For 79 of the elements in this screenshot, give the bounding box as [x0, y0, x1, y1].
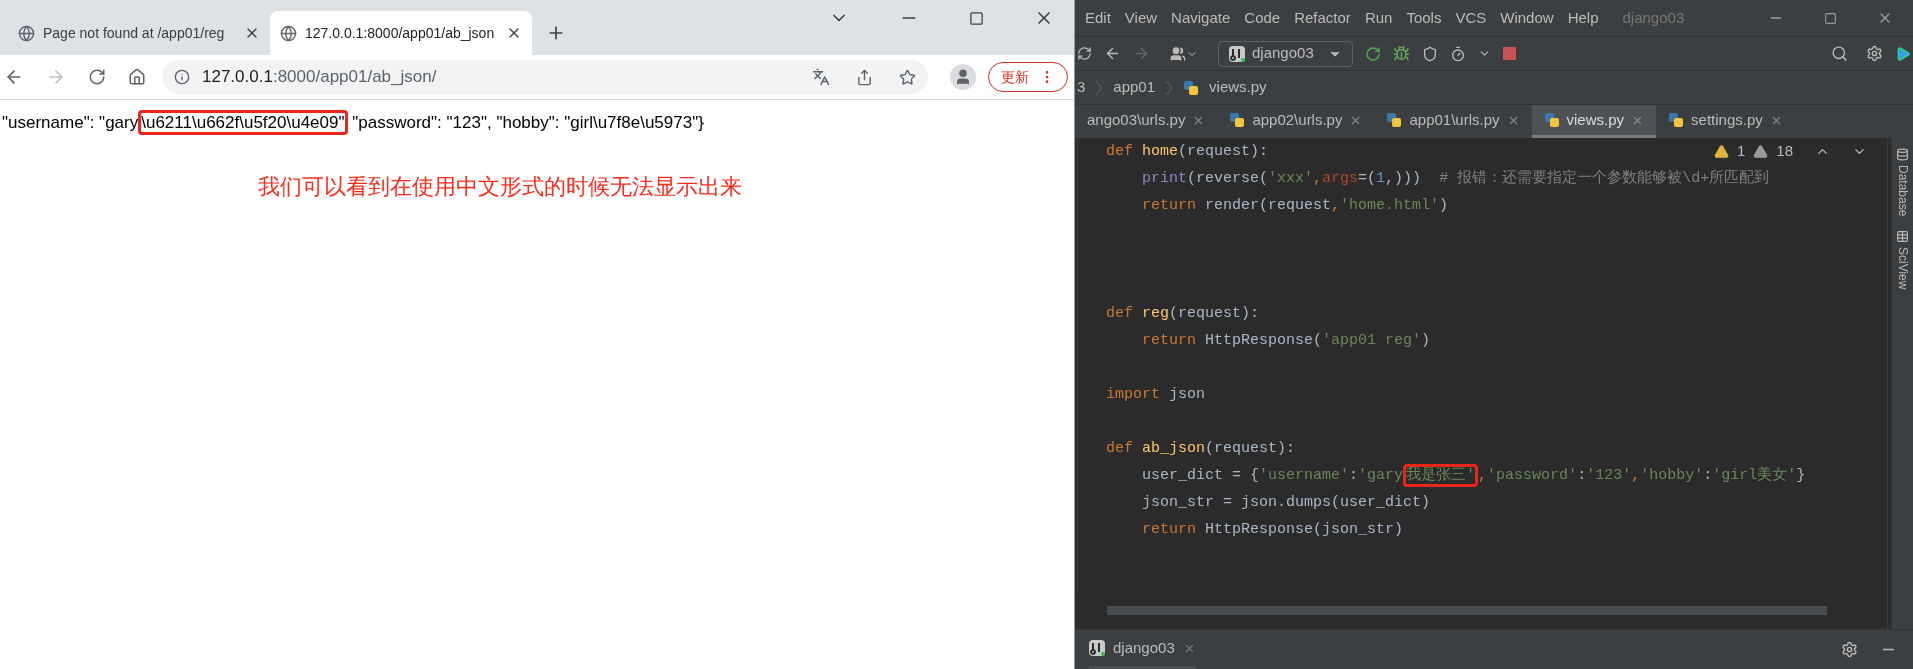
code-line: return render(request,'home.html'): [1141, 196, 1449, 216]
menu-item[interactable]: Help: [1567, 6, 1599, 30]
rerun-icon[interactable]: [1365, 45, 1381, 62]
table-icon: [1896, 230, 1909, 244]
python-file-icon: [1543, 112, 1560, 128]
code-line: def home(request):: [1106, 142, 1269, 162]
maximize-icon[interactable]: [1824, 11, 1837, 25]
side-tool-tab[interactable]: Database: [1893, 148, 1912, 217]
window-title: django03: [1622, 7, 1685, 28]
run-tab[interactable]: django03: [1089, 630, 1196, 669]
debug-icon[interactable]: [1393, 45, 1410, 62]
warning-count: 1: [1736, 141, 1746, 161]
info-icon[interactable]: [174, 69, 190, 85]
annotation-text: 我们可以看到在使用中文形式的时候无法显示出来: [258, 173, 743, 201]
side-tool-tab[interactable]: SciView: [1893, 230, 1912, 290]
back-icon[interactable]: [1104, 45, 1121, 62]
python-file-icon: [1386, 112, 1403, 128]
translate-icon[interactable]: [812, 68, 830, 86]
plugin-logo-icon[interactable]: [1895, 45, 1911, 62]
home-icon[interactable]: [128, 68, 146, 86]
code-line: json_str = json.dumps(user_dict): [1141, 493, 1431, 513]
menu-item[interactable]: Refactor: [1294, 6, 1351, 30]
profile-avatar[interactable]: [950, 64, 976, 90]
browser-tab[interactable]: Page not found at /app01/reg: [8, 11, 270, 55]
settings-icon[interactable]: [1866, 45, 1883, 62]
code-line: import json: [1106, 385, 1206, 405]
globe-icon: [280, 24, 297, 42]
editor-tab[interactable]: app02\urls.py: [1217, 105, 1375, 138]
search-icon[interactable]: [1831, 45, 1848, 62]
chevron-separator-icon: [1095, 79, 1104, 96]
coverage-icon[interactable]: [1422, 45, 1438, 62]
warning-icon[interactable]: [1753, 143, 1769, 159]
python-file-icon: [1229, 112, 1246, 128]
address-bar[interactable]: 127.0.0.1:8000/app01/ab_json/: [162, 60, 928, 94]
run-config-dropdown[interactable]: django03: [1218, 40, 1353, 67]
menu-item[interactable]: Window: [1500, 6, 1554, 30]
profile-icon[interactable]: [1450, 45, 1466, 62]
code-line: def ab_json(request):: [1106, 439, 1296, 459]
menu-item[interactable]: Edit: [1085, 6, 1111, 30]
breadcrumb-item[interactable]: 3: [1077, 76, 1086, 99]
tab-title: 127.0.0.1:8000/app01/ab_json: [305, 23, 496, 43]
django-icon: [1089, 640, 1105, 656]
bookmark-star-icon[interactable]: [899, 68, 916, 86]
python-file-icon: [1668, 112, 1685, 128]
django-icon: [1229, 45, 1245, 62]
editor-tab[interactable]: app01\urls.py: [1374, 105, 1532, 138]
code-line: return HttpResponse('app01 reg'): [1141, 331, 1431, 351]
code-line: def reg(request):: [1106, 304, 1260, 324]
sync-icon[interactable]: [1077, 46, 1092, 61]
code-line: return HttpResponse(json_str): [1141, 520, 1404, 540]
warning-icon[interactable]: [1713, 143, 1729, 159]
breadcrumb-item[interactable]: views.py: [1209, 76, 1267, 99]
menu-item[interactable]: Tools: [1406, 6, 1442, 30]
browser-tab[interactable]: 127.0.0.1:8000/app01/ab_json: [270, 11, 532, 55]
code-line: user_dict = {'username':'gary 我是张三' ,'password':'123','hobby':'girl美女'}: [1106, 462, 1806, 489]
menu-item[interactable]: View: [1124, 6, 1158, 30]
reload-icon[interactable]: [88, 68, 106, 86]
python-file-icon: [1183, 79, 1200, 96]
settings-icon[interactable]: [1841, 641, 1858, 658]
code-line: print(reverse('xxx',args=(1,))) # 报错：还需要指定一个参数能够被\d+所匹配到: [1141, 168, 1770, 189]
editor-tab[interactable]: ango03\urls.py: [1075, 105, 1218, 138]
editor-tab[interactable]: views.py: [1531, 105, 1657, 138]
tab-title: Page not found at /app01/reg: [43, 23, 226, 43]
chevron-separator-icon: [1165, 79, 1174, 96]
editor-tab[interactable]: settings.py: [1656, 105, 1795, 138]
menu-item[interactable]: Navigate: [1171, 6, 1231, 30]
menu-item[interactable]: VCS: [1455, 6, 1487, 30]
vcs-user-icon[interactable]: [1170, 45, 1198, 62]
database-icon: [1896, 148, 1909, 161]
json-response-text: "username": "gary \u6211\u662f\u5f20\u4e09" "password": "123", "hobby": "girl\u7f8e\u5973"}: [2, 110, 1072, 136]
maximize-icon[interactable]: [969, 10, 984, 26]
globe-icon: [18, 24, 35, 42]
menu-item[interactable]: Run: [1364, 6, 1393, 30]
horizontal-scrollbar[interactable]: [1107, 606, 1827, 615]
menu-item[interactable]: Code: [1244, 6, 1281, 30]
breadcrumb-item[interactable]: app01: [1113, 76, 1156, 99]
warning-count: 18: [1776, 141, 1793, 161]
url-text: 127.0.0.1:8000/app01/ab_json/: [202, 66, 437, 89]
share-icon[interactable]: [856, 68, 873, 86]
